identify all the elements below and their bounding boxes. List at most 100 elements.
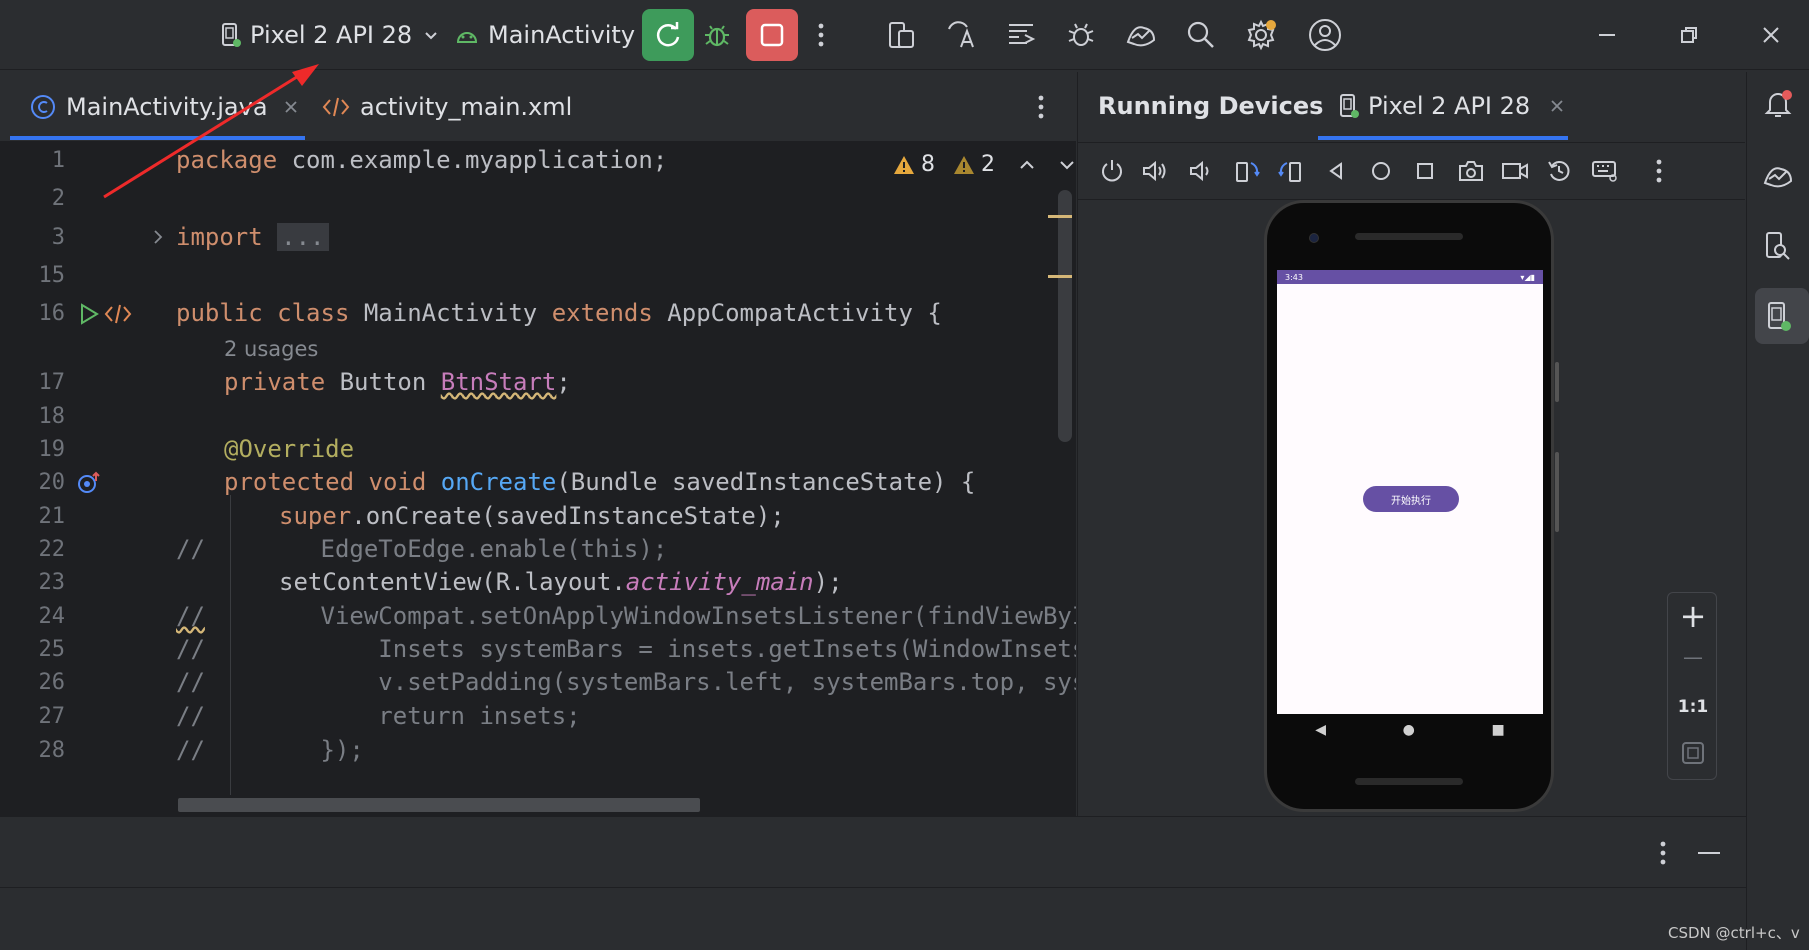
account-icon[interactable] xyxy=(1302,12,1348,58)
code-token: // xyxy=(176,635,205,663)
screenshot-camera-icon[interactable] xyxy=(1456,156,1486,186)
line-number: 18 xyxy=(38,404,66,429)
zoom-in-button[interactable]: + xyxy=(1668,597,1718,635)
debug-button[interactable] xyxy=(694,12,740,58)
nav-home-icon[interactable]: ● xyxy=(1403,722,1415,738)
nav-back-icon[interactable]: ◀ xyxy=(1315,722,1326,738)
close-tab-icon[interactable] xyxy=(284,100,298,114)
ide-window: Pixel 2 API 28 MainActivity MainActivity… xyxy=(0,0,1809,950)
phone-side-button xyxy=(1555,362,1559,402)
device-manager-icon[interactable] xyxy=(878,12,924,58)
phone-device-icon xyxy=(1338,93,1360,119)
warning-stripe-marker[interactable] xyxy=(1048,275,1072,278)
code-line: 15 xyxy=(10,257,1076,295)
code-token: (Bundle savedInstanceState) { xyxy=(556,468,976,496)
code-token: super xyxy=(279,502,352,530)
usages-hint[interactable]: 2 usages xyxy=(224,337,318,361)
device-explorer-icon[interactable] xyxy=(1760,228,1796,264)
run-config-label: MainActivity xyxy=(488,21,636,49)
volume-up-icon[interactable] xyxy=(1140,156,1170,186)
phone-side-button xyxy=(1555,452,1559,532)
settings-gear-icon[interactable] xyxy=(1238,12,1284,58)
line-number: 16 xyxy=(38,301,66,326)
line-number: 20 xyxy=(38,470,66,495)
fold-expand-icon[interactable] xyxy=(152,229,164,245)
previous-highlight-icon[interactable] xyxy=(1019,159,1035,171)
run-gutter-icon[interactable] xyxy=(78,302,100,326)
line-number: 17 xyxy=(38,370,66,395)
close-tab-icon[interactable] xyxy=(1550,99,1564,113)
hide-panel-icon[interactable] xyxy=(1686,830,1732,876)
android-nav-bar: ◀ ● ■ xyxy=(1277,714,1543,746)
device-selector-label: Pixel 2 API 28 xyxy=(250,21,413,49)
rotate-right-icon[interactable] xyxy=(1276,156,1306,186)
code-line: 20 protected void onCreate(Bundle savedI… xyxy=(10,464,1076,502)
folded-imports[interactable]: ... xyxy=(277,223,329,251)
editor-vertical-scrollbar[interactable] xyxy=(1058,190,1072,442)
next-highlight-icon[interactable] xyxy=(1059,159,1075,171)
line-number: 1 xyxy=(51,148,65,173)
overview-icon[interactable] xyxy=(1410,156,1440,186)
warning-icon xyxy=(893,155,915,175)
running-devices-icon[interactable] xyxy=(1760,298,1796,334)
stop-button[interactable] xyxy=(746,9,798,61)
snapshot-icon[interactable] xyxy=(1544,156,1574,186)
profiler-icon[interactable] xyxy=(1118,12,1164,58)
nav-recents-icon[interactable]: ■ xyxy=(1491,722,1504,738)
back-icon[interactable] xyxy=(1321,156,1351,186)
keyboard-input-icon[interactable] xyxy=(1590,156,1620,186)
code-token: BtnStart xyxy=(440,368,557,396)
screen-record-icon[interactable] xyxy=(1500,156,1530,186)
minimize-window-icon[interactable] xyxy=(1584,12,1630,58)
zoom-out-button[interactable]: — xyxy=(1668,645,1718,669)
rotate-left-icon[interactable] xyxy=(1232,156,1262,186)
code-line: 26 // v.setPadding(systemBars.left, syst… xyxy=(10,664,1077,702)
restore-window-icon[interactable] xyxy=(1666,12,1712,58)
start-execute-button[interactable]: 开始执行 xyxy=(1363,486,1459,512)
app-inspection-icon[interactable] xyxy=(1058,12,1104,58)
zoom-actual-size-button[interactable]: 1:1 xyxy=(1668,697,1718,717)
warning-stripe-marker[interactable] xyxy=(1048,215,1072,218)
earpiece-speaker xyxy=(1355,233,1463,240)
translations-icon[interactable] xyxy=(938,12,984,58)
weak-warnings-count: 2 xyxy=(981,152,995,177)
zoom-fit-icon[interactable] xyxy=(1681,741,1705,765)
code-token: EdgeToEdge.enable(this); xyxy=(204,535,668,563)
close-window-icon[interactable] xyxy=(1748,12,1794,58)
editor-tabs-more-icon[interactable] xyxy=(1018,84,1064,130)
code-editor[interactable]: 1 package com.example.myapplication; 2 3… xyxy=(10,142,1076,816)
related-xml-gutter-icon[interactable] xyxy=(104,303,132,325)
code-token: // xyxy=(176,602,205,630)
power-icon[interactable] xyxy=(1097,156,1127,186)
code-token: private xyxy=(224,368,326,396)
status-time: 3:43 xyxy=(1285,272,1303,282)
line-number: 25 xyxy=(38,637,66,662)
home-icon[interactable] xyxy=(1366,156,1396,186)
run-config-selector[interactable]: MainActivity xyxy=(456,16,661,54)
android-status-bar: 3:43 ▾◢▮ xyxy=(1277,270,1543,284)
device-selector[interactable]: Pixel 2 API 28 xyxy=(220,16,438,54)
layout-inspector-icon[interactable] xyxy=(998,12,1044,58)
bottom-panel-more-icon[interactable] xyxy=(1640,830,1686,876)
notifications-bell-icon[interactable] xyxy=(1760,86,1796,122)
line-number: 15 xyxy=(38,263,66,288)
code-token: extends xyxy=(551,299,653,327)
apply-changes-button[interactable] xyxy=(642,9,694,61)
tab-mainactivity-java[interactable]: MainActivity.java xyxy=(30,72,298,142)
tab-label: activity_main.xml xyxy=(360,93,573,121)
inspection-widget[interactable]: 8 2 xyxy=(893,152,1075,177)
volume-down-icon[interactable] xyxy=(1185,156,1215,186)
code-token: ; xyxy=(556,368,571,396)
search-icon[interactable] xyxy=(1178,12,1224,58)
emulator-screen[interactable]: 3:43 ▾◢▮ 开始执行 xyxy=(1277,270,1543,714)
tab-activity-main-xml[interactable]: activity_main.xml xyxy=(322,72,572,142)
editor-horizontal-scrollbar[interactable] xyxy=(178,798,700,812)
more-actions-icon[interactable] xyxy=(798,12,844,58)
overrides-method-icon[interactable] xyxy=(76,471,102,495)
code-token: package xyxy=(176,146,278,174)
code-token: ViewCompat.setOnApplyWindowInsetsListene… xyxy=(204,602,1077,630)
device-tab-pixel-2[interactable]: Pixel 2 API 28 xyxy=(1338,92,1564,120)
gemini-assistant-icon[interactable] xyxy=(1760,158,1796,194)
code-line: 3 import ... xyxy=(10,219,1076,257)
device-more-icon[interactable] xyxy=(1644,156,1674,186)
